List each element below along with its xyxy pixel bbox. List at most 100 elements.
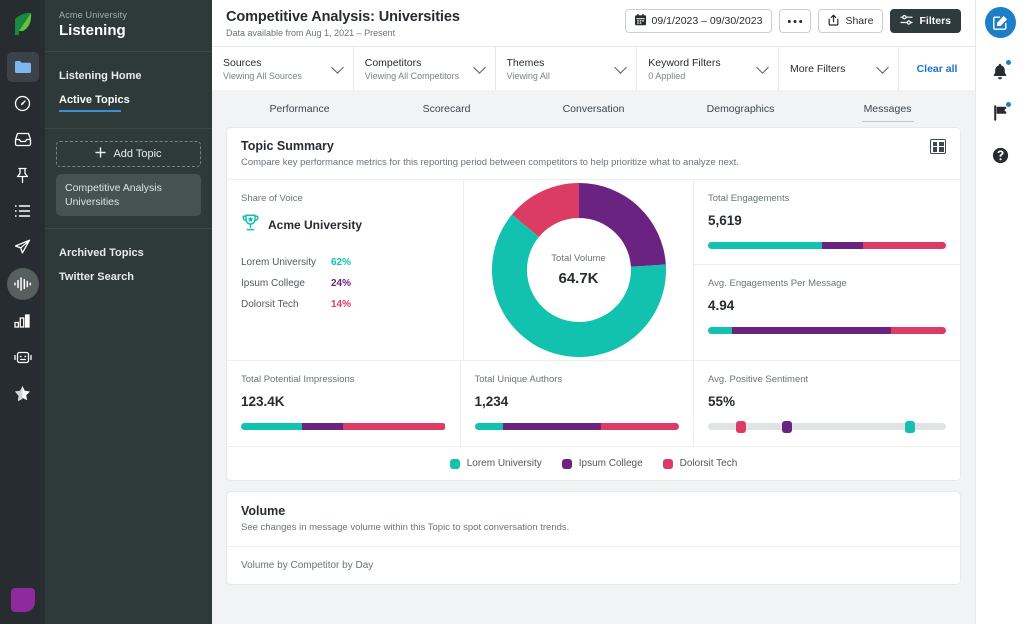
filter-sublabel: Viewing All Competitors	[365, 71, 459, 81]
share-button[interactable]: Share	[818, 9, 883, 33]
volume-card: Volume See changes in message volume wit…	[226, 491, 961, 585]
competitor-percent: 62%	[331, 257, 351, 268]
sidebar-item-analytics[interactable]	[7, 306, 39, 336]
metric-value: 4.94	[708, 298, 946, 313]
share-label: Share	[845, 15, 873, 27]
leaf-logo-icon[interactable]	[8, 8, 38, 40]
legend-item[interactable]: Lorem University	[450, 458, 542, 469]
sidebar-item-folders[interactable]	[7, 52, 39, 82]
sentiment-dot	[905, 421, 915, 433]
donut-center-value: 64.7K	[558, 270, 598, 287]
bell-icon[interactable]	[985, 56, 1015, 86]
donut-chart[interactable]: Total Volume 64.7K	[489, 180, 669, 360]
chevron-down-icon	[876, 61, 889, 74]
listening-sidebar: Acme University Listening Listening Home…	[45, 0, 212, 624]
tab-performance[interactable]: Performance	[226, 103, 373, 122]
tab-scorecard[interactable]: Scorecard	[373, 103, 520, 122]
filter-keyword-filters[interactable]: Keyword Filters 0 Applied	[637, 47, 779, 90]
metric-label: Total Engagements	[708, 193, 946, 204]
stacked-bar	[475, 423, 680, 430]
page-subtitle: Data available from Aug 1, 2021 – Presen…	[226, 28, 460, 38]
filter-sublabel: Viewing All Sources	[223, 71, 302, 81]
filter-themes[interactable]: Themes Viewing All	[496, 47, 638, 90]
competitor-name: Dolorsit Tech	[241, 299, 331, 310]
filter-label: Sources	[223, 57, 302, 69]
share-of-voice-panel: Share of Voice Acme University Lorem Uni…	[227, 180, 464, 360]
chevron-down-icon	[473, 61, 486, 74]
sidebar-topics-section: Add Topic Competitive Analysis Universit…	[45, 129, 212, 229]
filter-sliders-icon	[900, 14, 913, 29]
chevron-down-icon	[614, 61, 627, 74]
legend-label: Ipsum College	[579, 458, 643, 469]
bar-segment	[732, 327, 891, 334]
notification-badge	[1005, 101, 1012, 108]
user-avatar[interactable]	[11, 588, 35, 612]
notification-badge	[1005, 59, 1012, 66]
list-item: Ipsum College 24%	[241, 278, 449, 289]
leader-name: Acme University	[268, 218, 362, 232]
share-of-voice-donut-panel: Total Volume 64.7K	[464, 180, 694, 360]
legend-item[interactable]: Ipsum College	[562, 458, 643, 469]
filter-sources[interactable]: Sources Viewing All Sources	[212, 47, 354, 90]
chevron-down-icon	[756, 61, 769, 74]
bar-segment	[241, 423, 302, 430]
trophy-icon	[241, 213, 260, 237]
sidebar-item-active-topics[interactable]: Active Topics	[45, 88, 212, 118]
page-title: Competitive Analysis: Universities	[226, 9, 460, 25]
bar-segment	[503, 423, 601, 430]
date-range-picker[interactable]: 09/1/2023 – 09/30/2023	[625, 9, 773, 33]
sidebar-item-listening-home[interactable]: Listening Home	[45, 64, 212, 88]
competitor-percent: 14%	[331, 299, 351, 310]
message-flag-icon[interactable]	[985, 98, 1015, 128]
topic-summary-card: Topic Summary Compare key performance me…	[226, 127, 961, 481]
legend-item[interactable]: Dolorsit Tech	[663, 458, 738, 469]
add-topic-button[interactable]: Add Topic	[56, 141, 201, 167]
donut-center-label-group: Total Volume 64.7K	[489, 180, 669, 360]
metric-value: 123.4K	[241, 394, 446, 409]
metric-label: Avg. Engagements Per Message	[708, 278, 946, 289]
sidebar-item-publishing[interactable]	[7, 232, 39, 262]
more-options-button[interactable]	[779, 9, 811, 33]
right-rail	[975, 0, 1024, 624]
compose-icon[interactable]	[985, 7, 1016, 38]
sidebar-item-favorites[interactable]	[7, 378, 39, 408]
legend-label: Lorem University	[467, 458, 542, 469]
legend-label: Dolorsit Tech	[680, 458, 738, 469]
page-header: Competitive Analysis: Universities Data …	[212, 0, 975, 46]
share-of-voice-label: Share of Voice	[241, 193, 449, 204]
tab-messages[interactable]: Messages	[814, 103, 961, 122]
grid-table-icon[interactable]	[930, 139, 946, 154]
share-of-voice-list: Lorem University 62% Ipsum College 24% D…	[241, 257, 449, 310]
sidebar-item-inbox[interactable]	[7, 124, 39, 154]
bar-segment	[475, 423, 504, 430]
sidebar-item-bots[interactable]	[7, 342, 39, 372]
tab-conversation[interactable]: Conversation	[520, 103, 667, 122]
sidebar-item-lists[interactable]	[7, 196, 39, 226]
filter-competitors[interactable]: Competitors Viewing All Competitors	[354, 47, 496, 90]
sidebar-item-label: Twitter Search	[59, 271, 134, 283]
metric-value: 5,619	[708, 213, 946, 228]
stacked-bar	[708, 327, 946, 334]
tab-demographics[interactable]: Demographics	[667, 103, 814, 122]
topic-list-item[interactable]: Competitive Analysis Universities	[56, 174, 201, 216]
chevron-down-icon	[331, 61, 344, 74]
metric-label: Total Potential Impressions	[241, 374, 446, 385]
filter-more-filters[interactable]: More Filters	[779, 47, 899, 90]
filters-button[interactable]: Filters	[890, 9, 961, 33]
sidebar-item-twitter-search[interactable]: Twitter Search	[45, 265, 212, 289]
ellipsis-icon	[787, 15, 803, 27]
clear-all-button[interactable]: Clear all	[899, 47, 975, 90]
bar-segment	[343, 423, 445, 430]
filter-label: Keyword Filters	[648, 57, 720, 69]
card-title: Topic Summary	[241, 139, 739, 153]
sidebar-item-archived-topics[interactable]: Archived Topics	[45, 241, 212, 265]
sidebar-item-pinned[interactable]	[7, 160, 39, 190]
bar-segment	[601, 423, 679, 430]
sidebar-item-dashboard[interactable]	[7, 88, 39, 118]
metric-total-potential-impressions: Total Potential Impressions 123.4K	[227, 361, 461, 446]
sidebar-item-listening[interactable]	[7, 268, 39, 300]
competitor-percent: 24%	[331, 278, 351, 289]
sidebar-item-label: Listening Home	[59, 70, 142, 82]
help-icon[interactable]	[985, 140, 1015, 170]
filter-label: More Filters	[790, 63, 845, 75]
